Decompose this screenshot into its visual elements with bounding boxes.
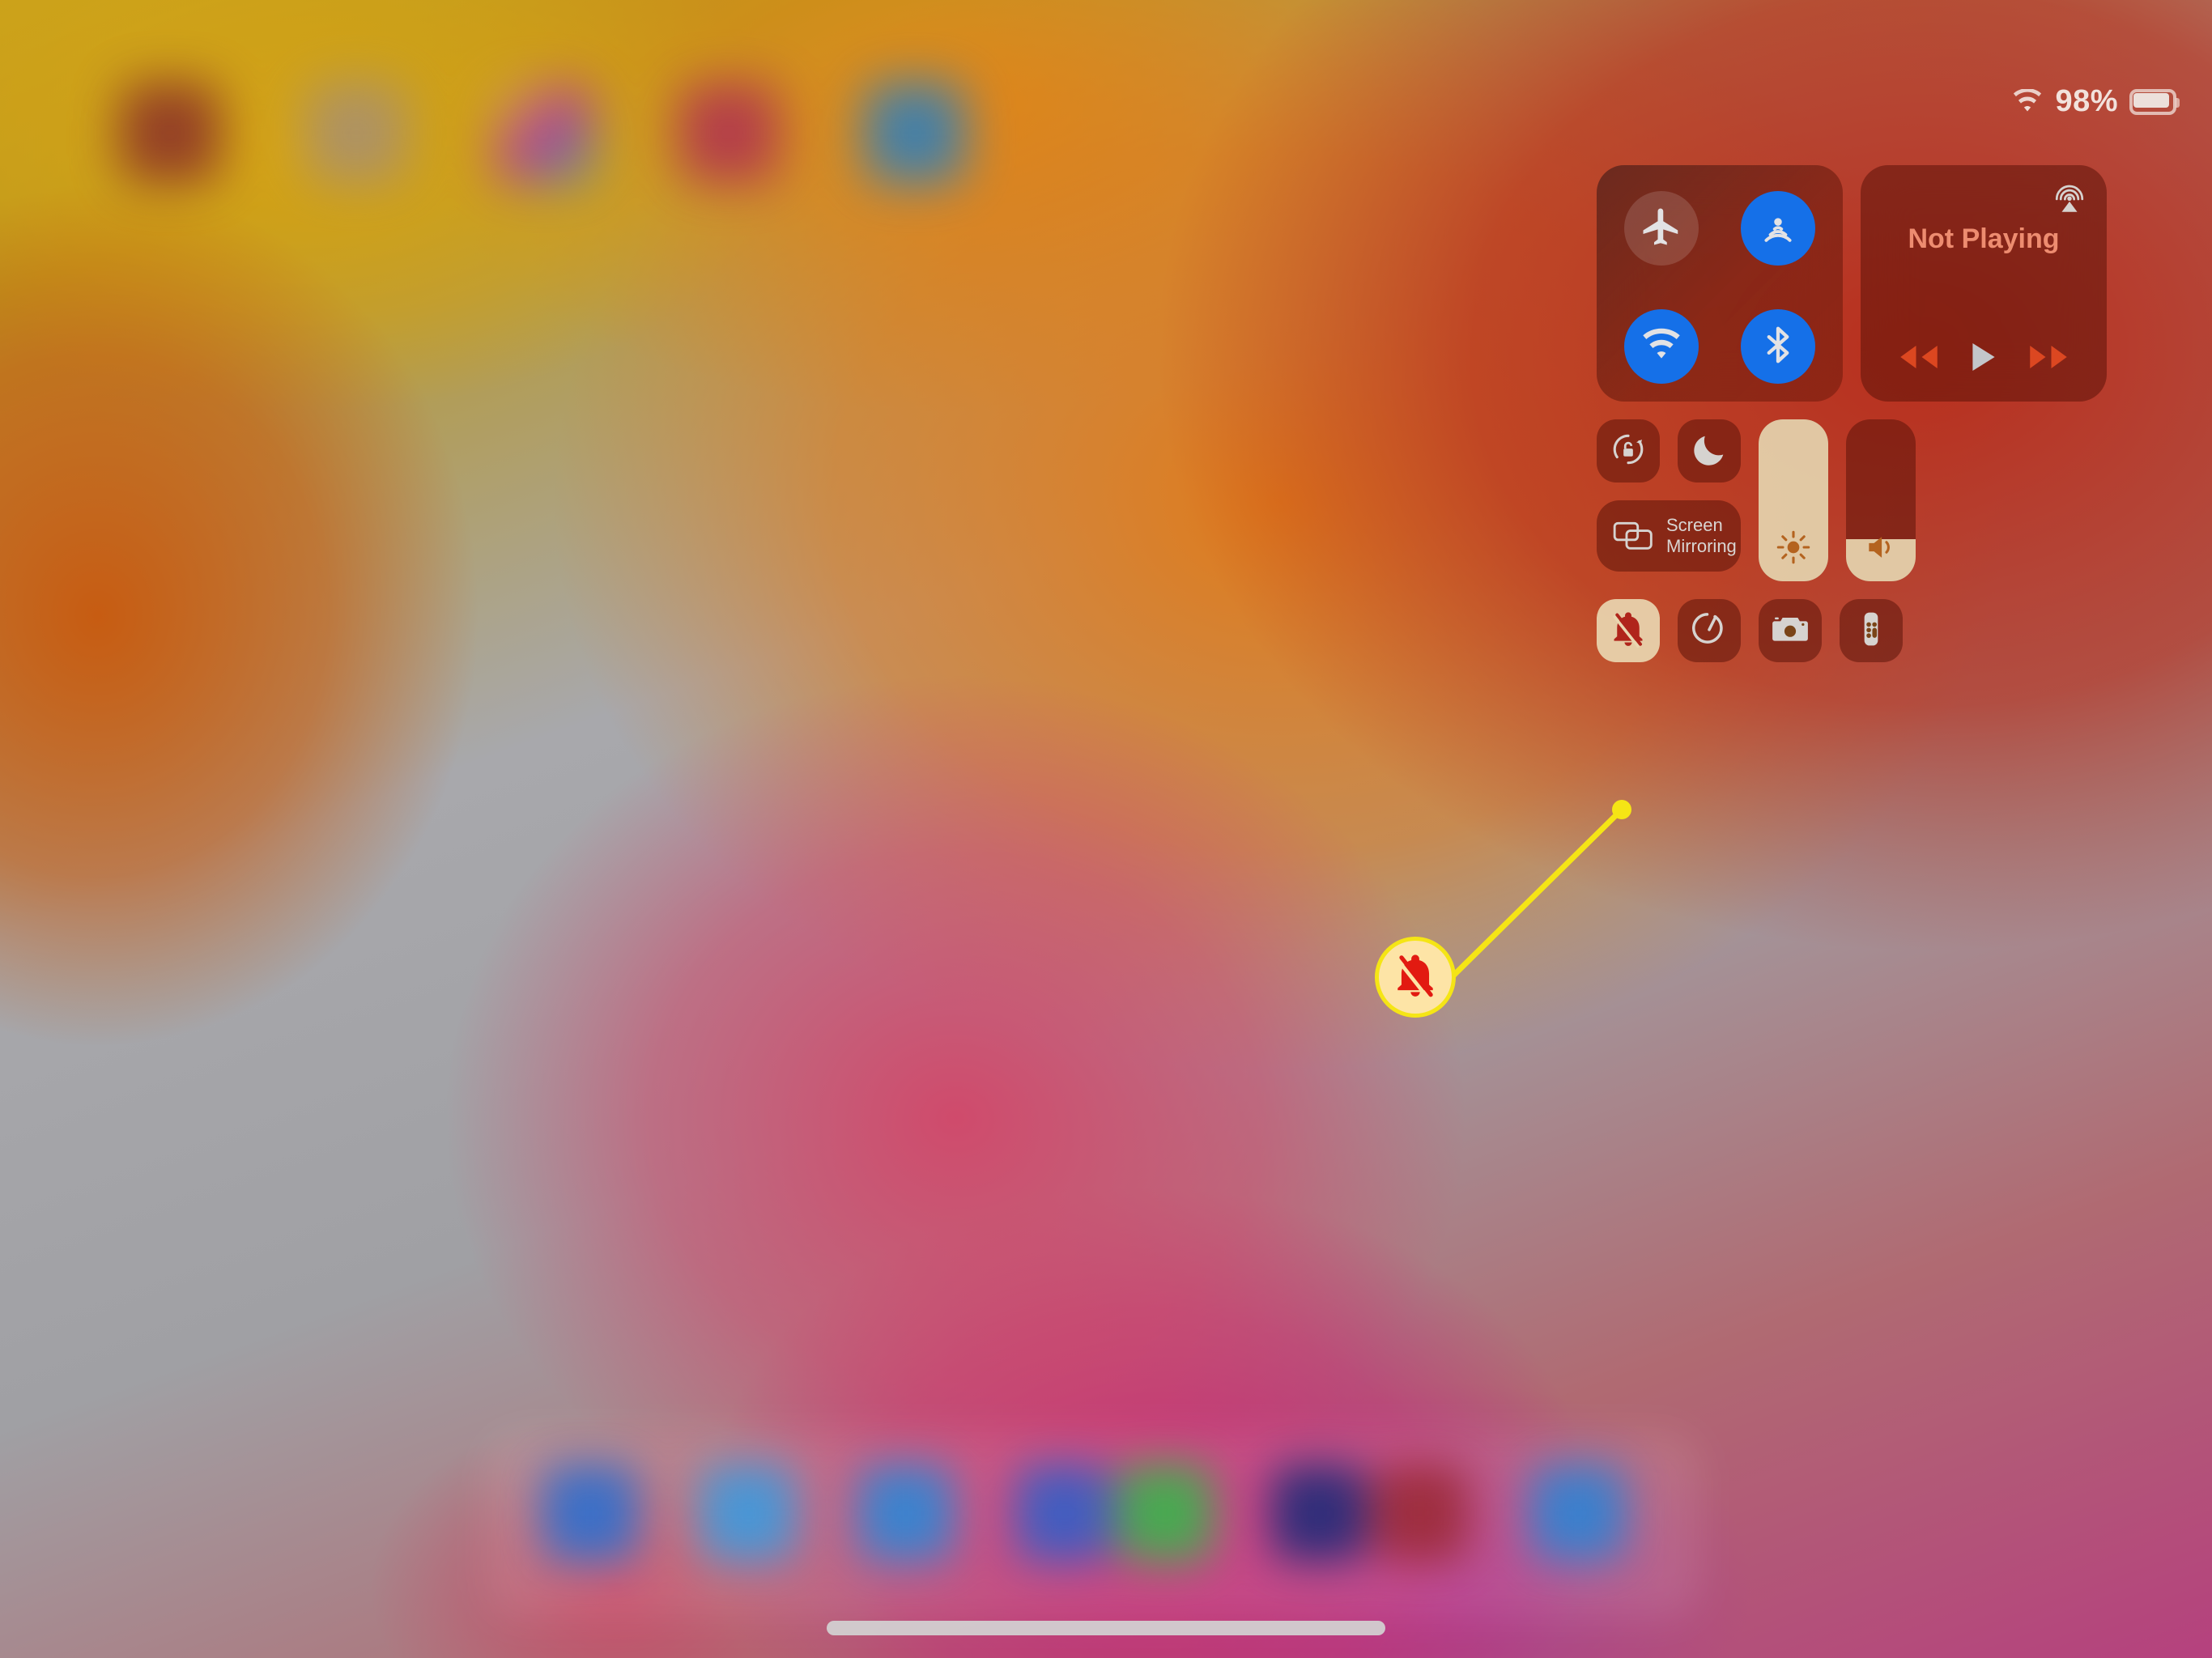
ipad-screen: 98% Not Playing Screen Mirroring	[0, 0, 2212, 1658]
control-center-row-middle: Screen Mirroring	[1597, 419, 2123, 581]
bluetooth-icon	[1756, 323, 1800, 371]
rewind-button[interactable]	[1896, 340, 1942, 374]
control-center: Not Playing Screen Mirroring	[1597, 165, 2123, 662]
wifi-icon	[1640, 323, 1683, 371]
app-icon	[678, 83, 779, 183]
do-not-disturb-button[interactable]	[1678, 419, 1741, 483]
battery-icon	[2129, 88, 2180, 115]
bell-slash-icon	[1608, 609, 1648, 653]
app-icon	[120, 83, 220, 183]
dock-icon	[700, 1465, 796, 1561]
connectivity-module	[1597, 165, 1843, 402]
dock-icon	[542, 1465, 638, 1561]
home-indicator[interactable]	[827, 1621, 1385, 1635]
dock-icon	[1271, 1465, 1367, 1561]
apple-tv-remote-button[interactable]	[1840, 599, 1903, 662]
dock	[518, 1449, 1652, 1603]
now-playing-title: Not Playing	[1908, 223, 2060, 254]
bluetooth-button[interactable]	[1741, 309, 1815, 384]
brightness-slider[interactable]	[1759, 419, 1828, 581]
silent-mode-button[interactable]	[1597, 599, 1660, 662]
rotation-lock-icon	[1608, 429, 1648, 474]
timer-button[interactable]	[1678, 599, 1741, 662]
timer-icon	[1689, 609, 1729, 653]
remote-icon	[1851, 609, 1891, 653]
brightness-icon	[1759, 529, 1828, 565]
dock-icon	[1117, 1465, 1213, 1561]
annotation-callout	[1375, 937, 1456, 1018]
toggles-column: Screen Mirroring	[1597, 419, 1741, 581]
home-screen-app-grid	[0, 0, 1619, 340]
airplane-mode-button[interactable]	[1624, 191, 1699, 266]
sliders-group	[1759, 419, 1916, 581]
airdrop-button[interactable]	[1741, 191, 1815, 266]
volume-icon	[1846, 529, 1916, 565]
screen-mirroring-icon	[1613, 520, 1653, 552]
app-icon	[492, 83, 593, 183]
fast-forward-button[interactable]	[2026, 340, 2071, 374]
bell-slash-icon	[1390, 950, 1440, 1005]
battery-percentage: 98%	[2055, 84, 2118, 118]
rotation-lock-button[interactable]	[1597, 419, 1660, 483]
wifi-icon	[2011, 88, 2044, 115]
control-center-row-top: Not Playing	[1597, 165, 2123, 402]
media-controls	[1861, 340, 2107, 374]
toggles-row	[1597, 419, 1741, 483]
airplay-audio-icon[interactable]	[2052, 181, 2087, 217]
camera-button[interactable]	[1759, 599, 1822, 662]
dock-icon	[858, 1465, 954, 1561]
screen-mirroring-button[interactable]: Screen Mirroring	[1597, 500, 1741, 572]
app-icon	[306, 83, 406, 183]
camera-icon	[1770, 609, 1810, 653]
screen-mirroring-label: Screen Mirroring	[1666, 515, 1737, 556]
control-center-row-bottom	[1597, 599, 2123, 662]
moon-icon	[1689, 429, 1729, 474]
airdrop-icon	[1756, 205, 1800, 253]
now-playing-module[interactable]: Not Playing	[1861, 165, 2107, 402]
dock-icon	[1372, 1465, 1468, 1561]
wifi-button[interactable]	[1624, 309, 1699, 384]
app-icon	[865, 83, 965, 183]
play-button[interactable]	[1970, 340, 1997, 374]
status-bar: 98%	[2011, 84, 2180, 119]
dock-icon	[1530, 1465, 1626, 1561]
volume-slider[interactable]	[1846, 419, 1916, 581]
dock-icon	[1016, 1465, 1112, 1561]
airplane-icon	[1640, 205, 1683, 253]
